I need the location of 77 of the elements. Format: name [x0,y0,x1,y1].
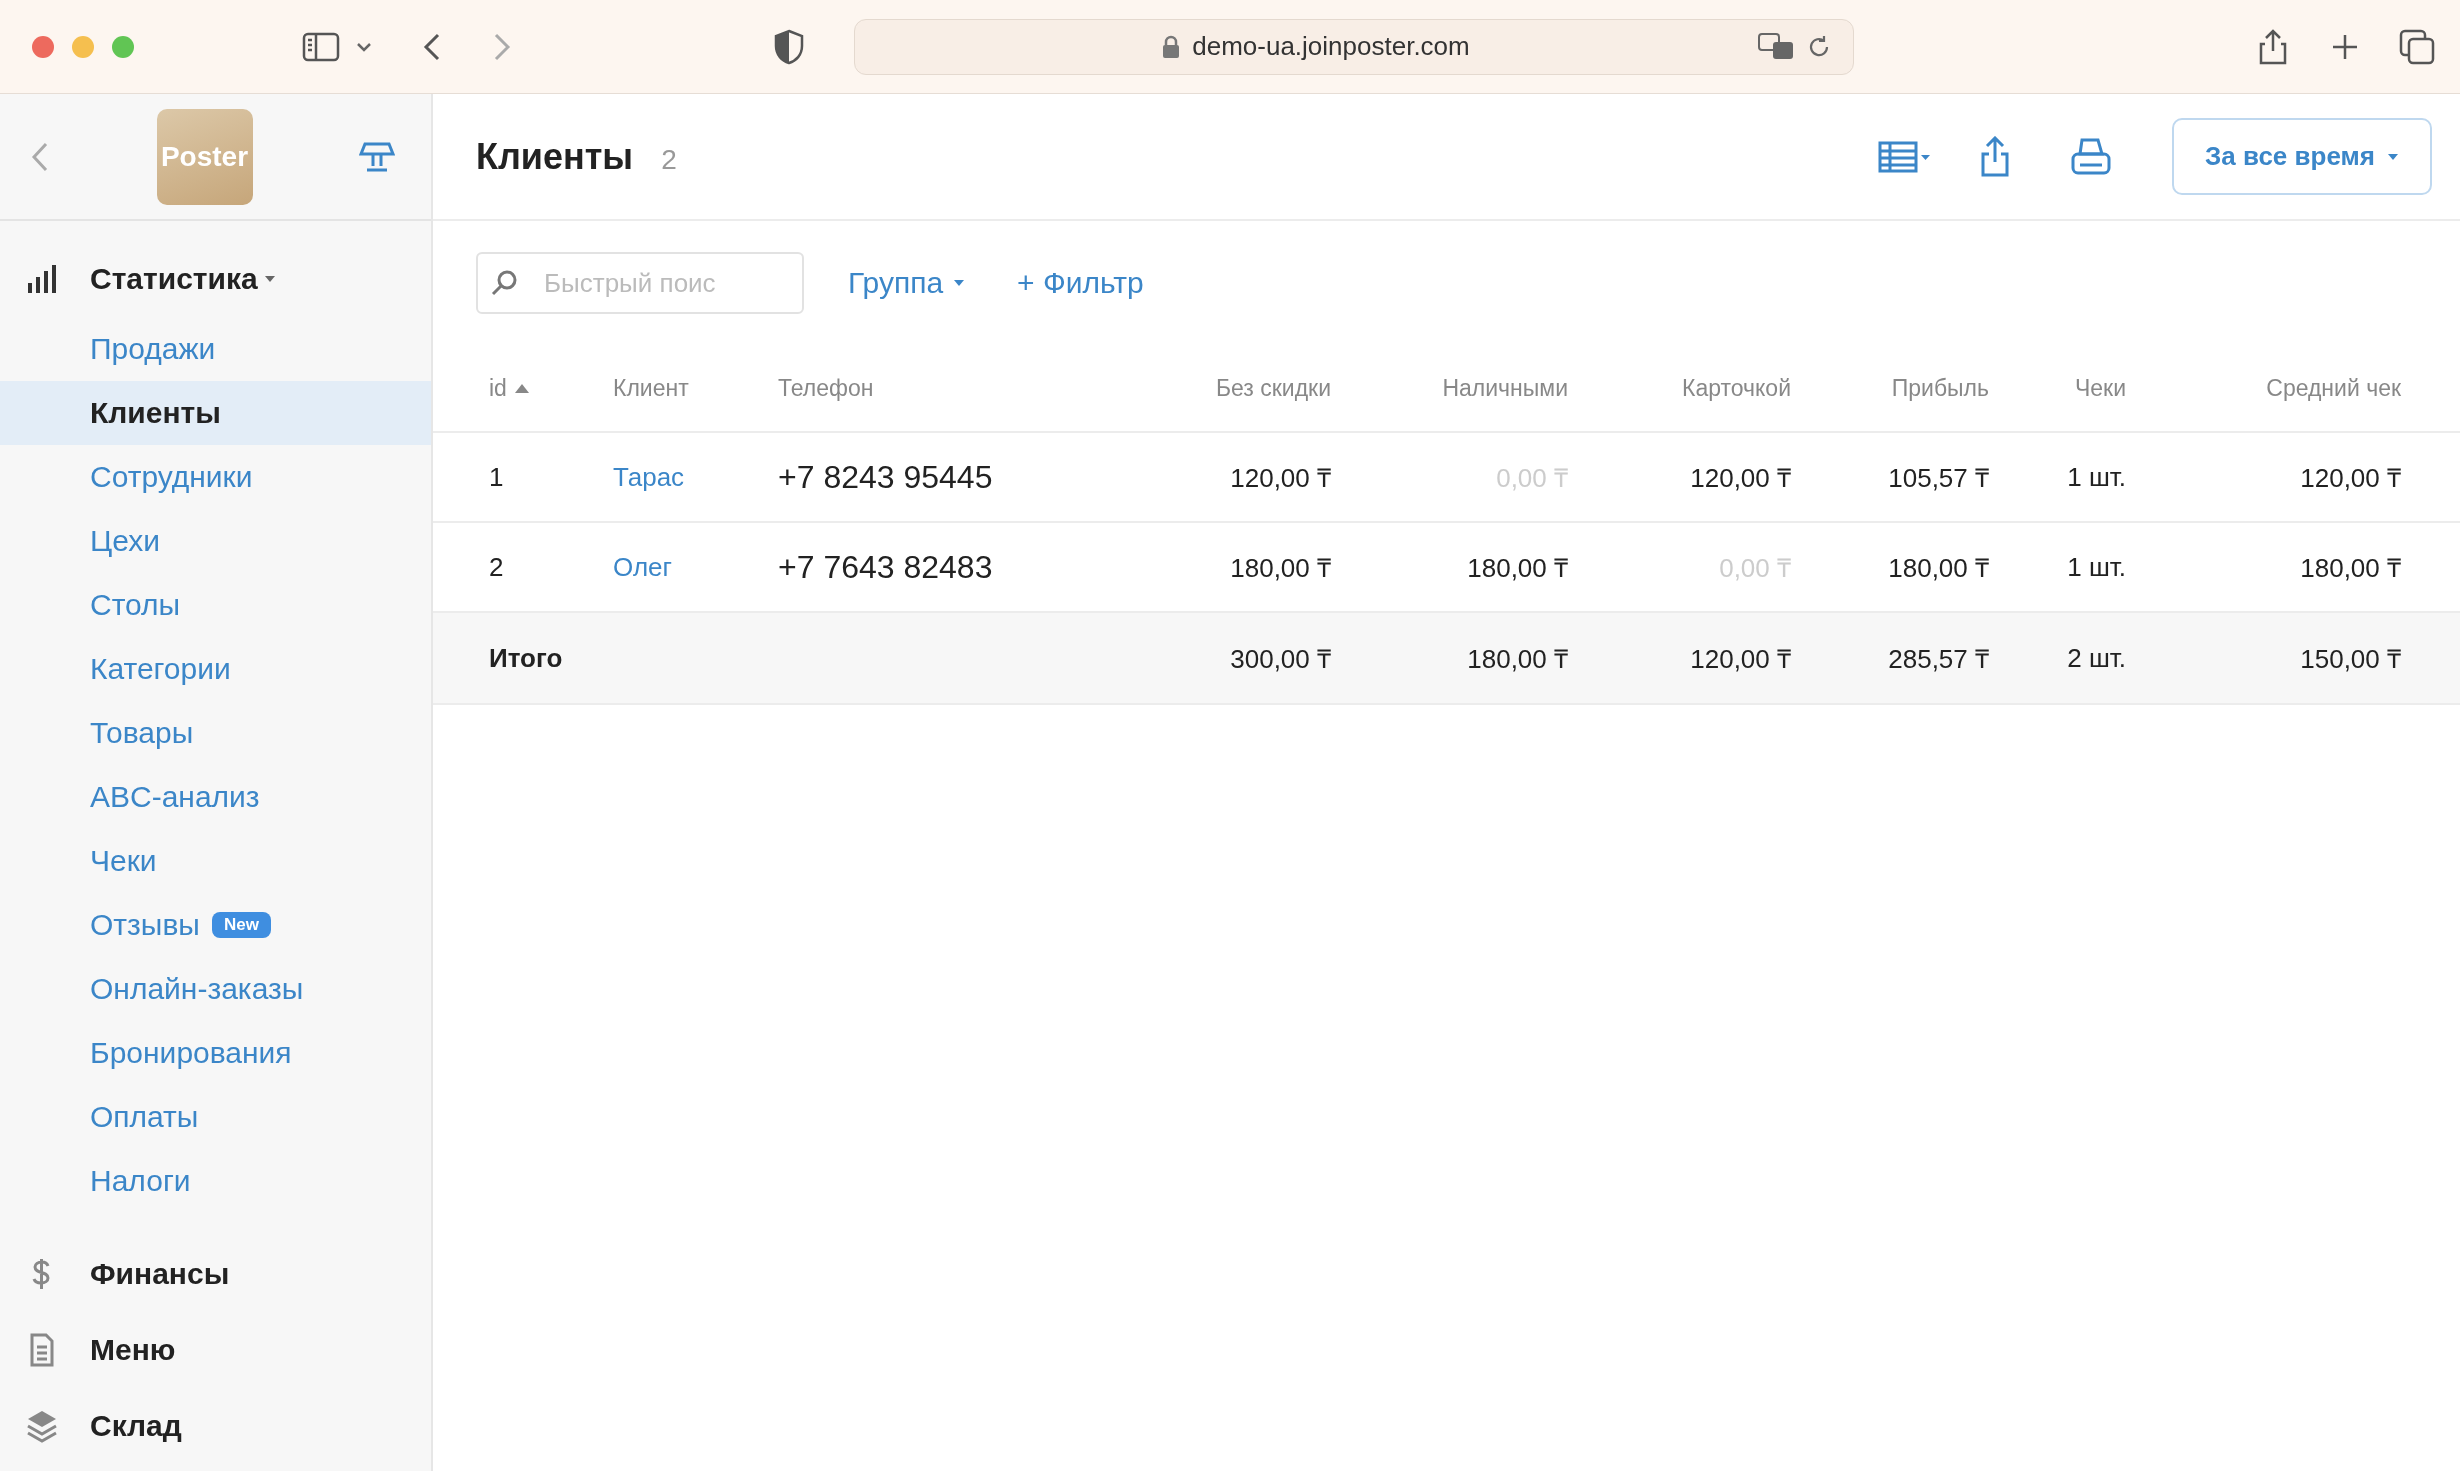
column-header[interactable]: Чеки [2074,374,2126,402]
column-header-label: id [489,374,507,402]
sidebar-item[interactable]: Бронирования [0,1021,431,1085]
caret-icon [2386,152,2399,161]
close-window-icon[interactable] [32,35,54,58]
column-header[interactable]: Клиент [613,374,689,402]
table-icon [1878,139,1932,174]
table-cell-text: 180,00 ₸ [2300,552,2401,585]
export-button[interactable] [1980,135,2010,178]
sidebar-item[interactable]: Продажи [0,317,431,381]
terminal-icon[interactable] [359,140,395,173]
table-cell-text: 180,00 ₸ [1230,552,1331,585]
table-cell: 1 шт. [2067,551,2126,583]
sidebar-item[interactable]: Категории [0,637,431,701]
add-filter-link[interactable]: + Фильтр [1017,266,1144,300]
table-cell: 1 шт. [2067,461,2126,493]
table-cell-text: 180,00 ₸ [1888,552,1989,585]
sidebar-item[interactable]: Цехи [0,509,431,573]
sidebar-section[interactable]: Меню [0,1312,431,1388]
new-badge: New [211,912,271,938]
column-header[interactable]: Прибыль [1891,374,1989,402]
period-dropdown[interactable]: За все время [2172,118,2432,195]
caret-icon [953,279,966,287]
sidebar-item[interactable]: Оплаты [0,1085,431,1149]
share-icon [1980,135,2010,178]
translate-icon[interactable] [1757,31,1795,62]
sidebar-item[interactable]: Отзывы New [0,893,431,957]
column-header[interactable]: Средний чек [2266,374,2401,402]
url-text: demo-ua.joinposter.com [1192,31,1470,62]
column-header[interactable]: Наличными [1442,374,1568,402]
tabs-icon[interactable] [2398,27,2436,66]
printer-icon [2070,136,2112,177]
print-button[interactable] [2070,136,2112,177]
sidebar-section[interactable]: Финансы [0,1236,431,1312]
page-title: Клиенты [476,135,634,178]
sidebar-section[interactable]: Статистика [0,241,431,317]
search-field[interactable]: Быстрый поис [476,252,804,314]
caret-icon [263,275,276,283]
sort-up-icon [514,383,529,393]
table-cell-text: 105,57 ₸ [1888,462,1989,495]
sidebar-item[interactable]: Столы [0,573,431,637]
columns-button[interactable] [1878,139,1932,174]
address-bar[interactable]: demo-ua.joinposter.com [854,18,1854,75]
table-cell-text: 180,00 ₸ [1467,643,1568,676]
table-cell: 2 [489,551,504,583]
table-cell-text: 150,00 ₸ [2300,643,2401,676]
sidebar-section[interactable]: Склад [0,1388,431,1464]
table-cell: 1 [489,461,504,493]
lock-icon [1162,34,1181,59]
table-cell-text: 180,00 ₸ [1467,552,1568,585]
column-header[interactable]: Карточкой [1682,374,1791,402]
sidebar-item[interactable]: Сотрудники [0,445,431,509]
logo: Poster [156,108,253,205]
table-cell-text: 120,00 ₸ [1690,643,1791,676]
client-link[interactable]: Олег [613,551,673,583]
sidebar-item[interactable]: Клиенты [0,381,431,445]
table-cell-text: 120,00 ₸ [1690,462,1791,495]
column-header[interactable]: id [489,374,529,402]
column-header[interactable]: Без скидки [1215,374,1331,402]
table-cell-text: 300,00 ₸ [1230,643,1331,676]
client-link[interactable]: Тарас [613,461,685,493]
client-count: 2 [661,143,677,176]
table-cell: +7 7643 82483 [778,548,993,586]
total-label: Итого [489,642,564,674]
table-cell-text: 285,57 ₸ [1888,643,1989,676]
sidebar-item[interactable]: Чеки [0,829,431,893]
table-cell-text: 120,00 ₸ [2300,462,2401,495]
sidebar-item-label: Отзывы [90,908,200,942]
sidebar-item[interactable]: Онлайн-заказы [0,957,431,1021]
group-dropdown[interactable]: Группа [848,266,966,300]
table-cell-text: 120,00 ₸ [1230,462,1331,495]
sidebar-item[interactable]: Налоги [0,1149,431,1213]
table-cell: 2 шт. [2067,642,2126,674]
table-cell: +7 8243 95445 [778,458,993,496]
column-header[interactable]: Телефон [778,374,874,402]
sidebar-item[interactable]: ABC-анализ [0,765,431,829]
sidebar-item[interactable]: Товары [0,701,431,765]
